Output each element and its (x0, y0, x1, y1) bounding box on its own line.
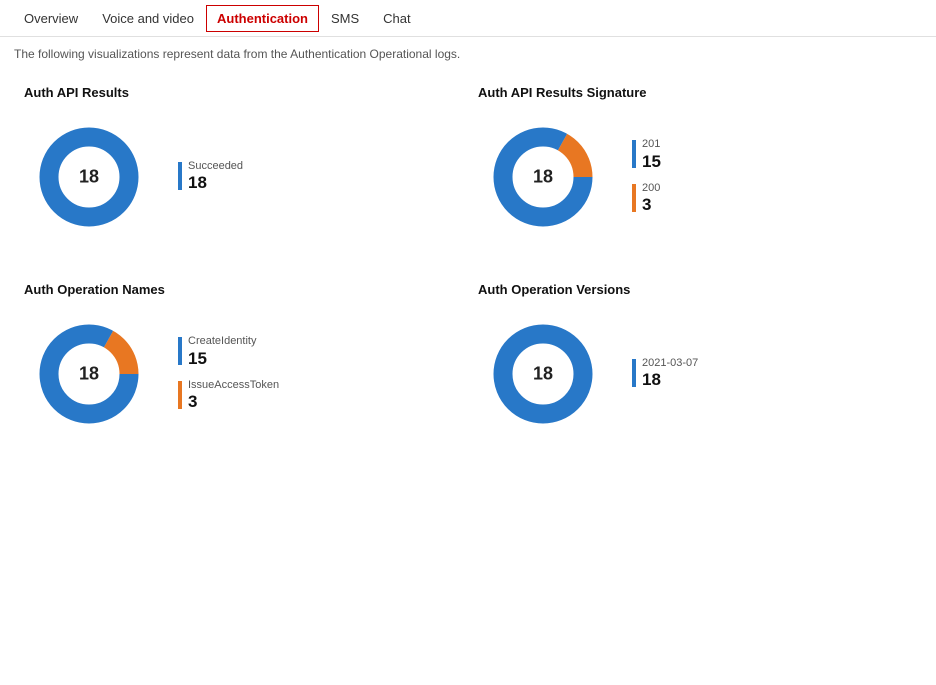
chart-title-auth-api-results-signature: Auth API Results Signature (478, 85, 912, 100)
tab-sms[interactable]: SMS (319, 3, 371, 34)
legend-color (178, 381, 182, 409)
chart-content-auth-api-results: 18Succeeded18 (24, 112, 458, 242)
chart-content-auth-operation-names: 18 CreateIdentity15 IssueAccessToken3 (24, 309, 458, 439)
legend-item: IssueAccessToken3 (178, 379, 279, 413)
donut-center-auth-operation-versions: 18 (533, 364, 553, 385)
chart-section-auth-api-results: Auth API Results18Succeeded18 (14, 69, 468, 266)
donut-center-auth-operation-names: 18 (79, 364, 99, 385)
legend-value: 3 (642, 195, 660, 215)
legend-label: IssueAccessToken (188, 379, 279, 392)
legend-color (178, 337, 182, 365)
nav-tabs: OverviewVoice and videoAuthenticationSMS… (0, 0, 936, 37)
page-description: The following visualizations represent d… (0, 37, 936, 69)
legend-value: 18 (642, 370, 698, 390)
chart-title-auth-api-results: Auth API Results (24, 85, 458, 100)
legend-value: 3 (188, 392, 279, 412)
legend-item: Succeeded18 (178, 160, 243, 194)
legend-value: 15 (642, 152, 661, 172)
legend-color (632, 140, 636, 168)
legend-label: CreateIdentity (188, 335, 256, 348)
tab-chat[interactable]: Chat (371, 3, 422, 34)
chart-section-auth-operation-versions: Auth Operation Versions182021-03-0718 (468, 266, 922, 463)
charts-grid: Auth API Results18Succeeded18Auth API Re… (0, 69, 936, 463)
legend-item: CreateIdentity15 (178, 335, 279, 369)
legend-item: 20115 (632, 138, 661, 172)
chart-content-auth-operation-versions: 182021-03-0718 (478, 309, 912, 439)
legend-label: 201 (642, 138, 661, 151)
legend-auth-operation-versions: 2021-03-0718 (632, 357, 698, 391)
tab-overview[interactable]: Overview (12, 3, 90, 34)
legend-color (178, 162, 182, 190)
legend-label: 200 (642, 182, 660, 195)
donut-auth-api-results: 18 (24, 112, 154, 242)
tab-voice-and-video[interactable]: Voice and video (90, 3, 206, 34)
legend-auth-api-results-signature: 20115 2003 (632, 138, 661, 215)
legend-item: 2021-03-0718 (632, 357, 698, 391)
chart-content-auth-api-results-signature: 18 20115 2003 (478, 112, 912, 242)
chart-title-auth-operation-names: Auth Operation Names (24, 282, 458, 297)
chart-section-auth-operation-names: Auth Operation Names 18 CreateIdentity15 Is… (14, 266, 468, 463)
donut-center-auth-api-results-signature: 18 (533, 167, 553, 188)
tab-authentication[interactable]: Authentication (206, 5, 319, 32)
donut-center-auth-api-results: 18 (79, 167, 99, 188)
legend-label: Succeeded (188, 160, 243, 173)
legend-value: 15 (188, 349, 256, 369)
donut-auth-operation-names: 18 (24, 309, 154, 439)
donut-auth-api-results-signature: 18 (478, 112, 608, 242)
donut-auth-operation-versions: 18 (478, 309, 608, 439)
legend-color (632, 184, 636, 212)
legend-auth-operation-names: CreateIdentity15 IssueAccessToken3 (178, 335, 279, 412)
legend-value: 18 (188, 173, 243, 193)
chart-title-auth-operation-versions: Auth Operation Versions (478, 282, 912, 297)
legend-color (632, 359, 636, 387)
legend-item: 2003 (632, 182, 661, 216)
chart-section-auth-api-results-signature: Auth API Results Signature 18 20115 2003 (468, 69, 922, 266)
legend-label: 2021-03-07 (642, 357, 698, 370)
legend-auth-api-results: Succeeded18 (178, 160, 243, 194)
